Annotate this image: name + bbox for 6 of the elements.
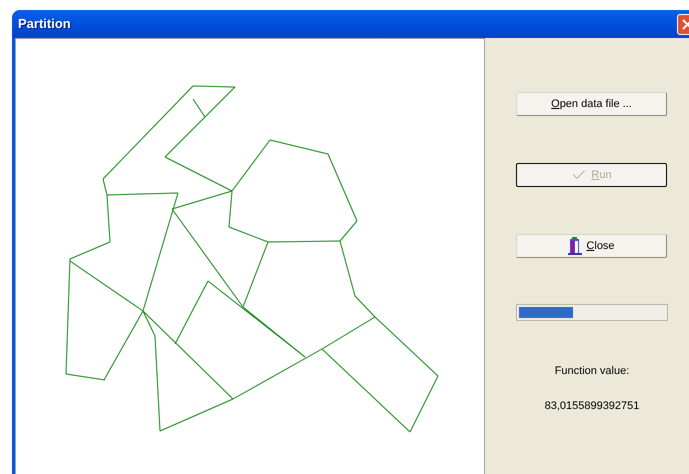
open-button[interactable]: Open data file ... (516, 92, 667, 116)
function-label: Function value: (554, 364, 630, 379)
window-title: Partition (18, 15, 71, 34)
function-value: 83,0155899392751 (544, 398, 640, 414)
close-button[interactable]: Close (516, 234, 667, 258)
door-icon (568, 237, 582, 255)
